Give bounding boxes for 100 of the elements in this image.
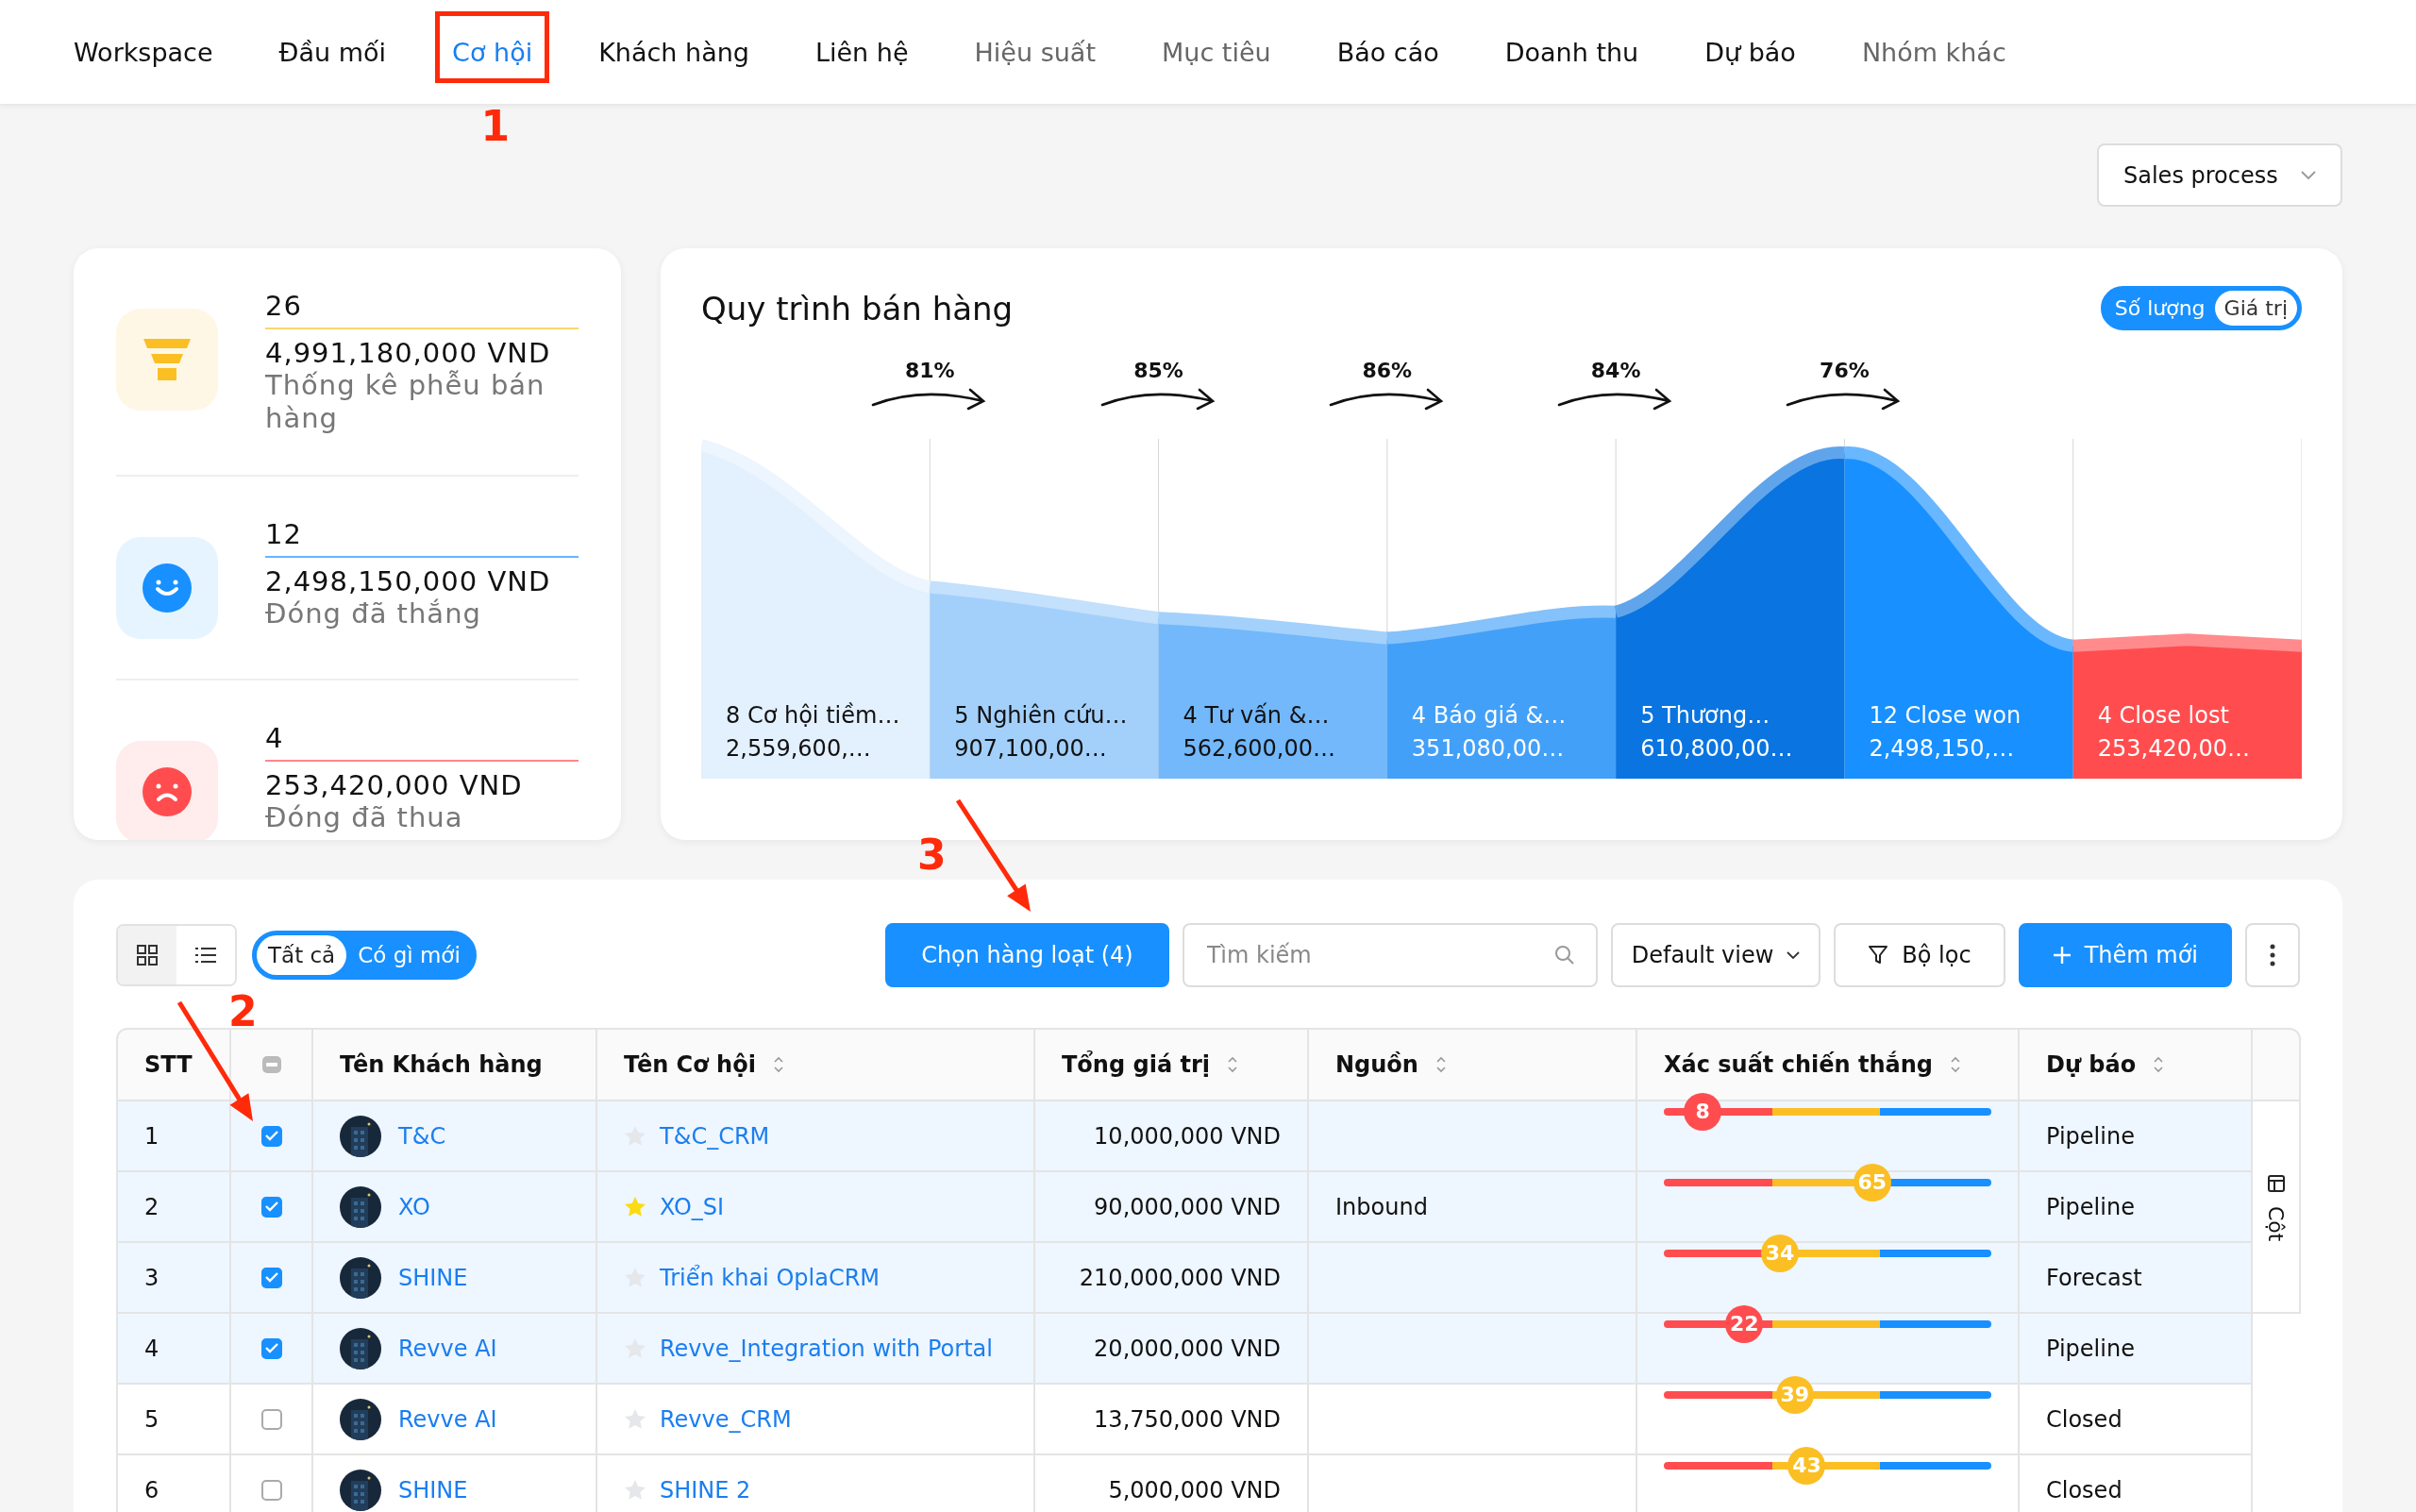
toggle-option[interactable]: Giá trị xyxy=(2214,291,2297,326)
chart-title: Quy trình bán hàng xyxy=(701,289,1014,328)
sort-icon xyxy=(2153,1056,2165,1073)
column-header[interactable]: Dự báo xyxy=(2046,1051,2137,1078)
column-header[interactable]: Tên Cơ hội xyxy=(624,1051,756,1078)
forecast-text: Pipeline xyxy=(2046,1335,2135,1362)
nav-tab[interactable]: Mục tiêu xyxy=(1161,37,1271,67)
grid-icon xyxy=(137,945,158,966)
forecast-text: Forecast xyxy=(2046,1264,2142,1291)
customer-link[interactable]: T&C xyxy=(398,1122,446,1150)
grid-view-button[interactable] xyxy=(118,926,176,984)
stat-label: Đóng đã thua xyxy=(265,800,464,834)
process-dropdown[interactable]: Sales process xyxy=(2097,143,2342,207)
filter-button[interactable]: Bộ lọc xyxy=(1834,923,2005,987)
source-text: Inbound xyxy=(1335,1193,1428,1220)
customer-link[interactable]: SHINE xyxy=(398,1264,468,1291)
nav-tab[interactable]: Dự báo xyxy=(1704,37,1796,67)
list-icon xyxy=(195,947,216,964)
toggle-option[interactable]: Số lượng xyxy=(2105,291,2215,326)
check-icon xyxy=(264,1201,278,1212)
row-checkbox[interactable] xyxy=(260,1196,282,1218)
row-checkbox[interactable] xyxy=(260,1479,282,1501)
nav-tab[interactable]: Hiệu suất xyxy=(974,37,1096,67)
chevron-down-icon xyxy=(2301,170,2316,180)
stat-amount: 2,498,150,000 VND xyxy=(265,564,552,597)
stage-label: 4 Tư vấn &… xyxy=(1183,701,1330,731)
more-icon xyxy=(2270,944,2275,966)
check-icon xyxy=(264,1131,278,1141)
column-header[interactable]: Nguồn xyxy=(1335,1051,1418,1078)
forecast-text: Pipeline xyxy=(2046,1122,2135,1150)
opportunity-link[interactable]: T&C_CRM xyxy=(660,1122,770,1150)
row-number: 1 xyxy=(144,1122,159,1150)
column-header[interactable]: STT xyxy=(144,1051,193,1078)
total-value: 10,000,000 VND xyxy=(1094,1122,1281,1150)
filter-option[interactable]: Tất cả xyxy=(257,935,347,975)
search-icon xyxy=(1553,945,1575,966)
bulk-select-button[interactable]: Chọn hàng loạt (4) xyxy=(885,923,1169,987)
total-value: 90,000,000 VND xyxy=(1094,1193,1281,1220)
stage-label: 4 Close lost xyxy=(2097,701,2229,731)
row-checkbox[interactable] xyxy=(260,1408,282,1430)
row-number: 5 xyxy=(144,1405,159,1433)
annotation-number: 1 xyxy=(480,106,511,147)
select-all-icon xyxy=(260,1055,282,1074)
column-header[interactable]: Tổng giá trị xyxy=(1062,1051,1210,1078)
stage-label: 12 Close won xyxy=(1869,701,2022,731)
filter-option[interactable]: Có gì mới xyxy=(346,935,472,975)
total-value: 210,000,000 VND xyxy=(1079,1264,1281,1291)
customer-link[interactable]: XO xyxy=(398,1193,430,1220)
stage-label: 5 Thương… xyxy=(1640,701,1770,731)
row-number: 2 xyxy=(144,1193,159,1220)
nav-tab[interactable]: Báo cáo xyxy=(1336,37,1439,67)
star-icon[interactable] xyxy=(624,1196,646,1218)
stat-label: Đóng đã thắng xyxy=(265,596,482,630)
nav-tab[interactable]: Workspace xyxy=(74,37,213,67)
stage-label: 5 Nghiên cứu… xyxy=(954,701,1128,731)
opportunity-link[interactable]: XO_SI xyxy=(660,1193,725,1220)
nav-tab[interactable]: Đầu mối xyxy=(278,37,387,67)
nav-tab[interactable]: Nhóm khác xyxy=(1861,37,2006,67)
total-value: 5,000,000 VND xyxy=(1108,1476,1281,1504)
forecast-text: Pipeline xyxy=(2046,1193,2135,1220)
stage-label: 8 Cơ hội tiềm… xyxy=(726,701,900,731)
star-icon[interactable] xyxy=(624,1479,646,1501)
row-checkbox[interactable] xyxy=(260,1267,282,1288)
opportunity-link[interactable]: Revve_CRM xyxy=(660,1405,792,1433)
conversion-rate: 84% xyxy=(1590,359,1641,382)
forecast-text: Closed xyxy=(2046,1405,2122,1433)
star-icon[interactable] xyxy=(624,1408,646,1430)
nav-tab[interactable]: Doanh thu xyxy=(1504,37,1639,67)
row-checkbox[interactable] xyxy=(260,1125,282,1147)
stage-value: 2,498,150,… xyxy=(1869,734,2015,764)
columns-button[interactable]: Cột xyxy=(2264,1173,2288,1242)
view-dropdown[interactable]: Default view xyxy=(1610,923,1821,987)
stat-count: 4 xyxy=(265,721,579,762)
annotation-number: 3 xyxy=(917,834,947,876)
add-button[interactable]: Thêm mới xyxy=(2018,923,2232,987)
more-button[interactable] xyxy=(2245,923,2300,987)
stat-count: 12 xyxy=(265,517,579,558)
plus-icon xyxy=(2052,946,2072,965)
row-checkbox[interactable] xyxy=(260,1337,282,1359)
filter-icon xyxy=(1868,945,1889,966)
stat-amount: 4,991,180,000 VND xyxy=(265,337,552,369)
stage-value: 2,559,600,… xyxy=(726,734,871,764)
chevron-down-icon xyxy=(1787,950,1801,960)
conversion-rate: 81% xyxy=(904,359,955,382)
opportunity-link[interactable]: Triển khai OplaCRM xyxy=(660,1264,881,1291)
conversion-rate: 86% xyxy=(1362,359,1413,382)
nav-tab[interactable]: Cơ hội xyxy=(452,37,533,67)
customer-link[interactable]: SHINE xyxy=(398,1476,468,1504)
customer-link[interactable]: Revve AI xyxy=(398,1335,497,1362)
opportunity-link[interactable]: SHINE 2 xyxy=(660,1476,751,1504)
customer-link[interactable]: Revve AI xyxy=(398,1405,497,1433)
conversion-rate: 85% xyxy=(1133,359,1183,382)
check-icon xyxy=(264,1272,278,1283)
stage-value: 253,420,00… xyxy=(2097,734,2251,764)
stage-value: 562,600,00… xyxy=(1183,734,1335,764)
nav-tab[interactable]: Khách hàng xyxy=(598,37,749,67)
search-field[interactable]: Tìm kiếm xyxy=(1182,923,1598,987)
sort-icon xyxy=(1227,1056,1238,1073)
nav-tab[interactable]: Liên hệ xyxy=(814,37,909,67)
sort-icon xyxy=(1434,1056,1447,1073)
